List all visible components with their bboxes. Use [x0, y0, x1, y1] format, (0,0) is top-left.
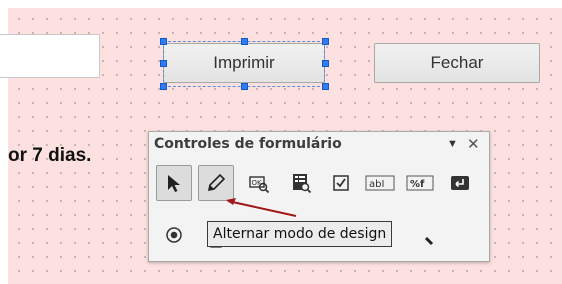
form-properties-icon[interactable]: [283, 165, 319, 201]
resize-handle[interactable]: [160, 83, 167, 90]
select-arrow-icon[interactable]: [156, 165, 192, 201]
close-icon[interactable]: ✕: [467, 135, 480, 153]
option-button-icon[interactable]: [156, 217, 192, 253]
print-button[interactable]: Imprimir: [163, 43, 325, 83]
formatted-field-icon[interactable]: %f: [402, 165, 438, 201]
text-field[interactable]: [0, 34, 100, 78]
text-box-icon[interactable]: abI: [362, 165, 398, 201]
resize-handle[interactable]: [322, 83, 329, 90]
resize-handle[interactable]: [322, 38, 329, 45]
push-button-icon[interactable]: [442, 165, 478, 201]
checkbox-icon[interactable]: [323, 165, 359, 201]
toolbar-title: Controles de formulário: [154, 136, 342, 152]
tooltip: Alternar modo de design: [207, 221, 393, 247]
resize-handle[interactable]: [160, 38, 167, 45]
text-box-glyph: abI: [369, 179, 384, 190]
close-button[interactable]: Fechar: [374, 43, 540, 83]
resize-handle[interactable]: [241, 83, 248, 90]
toolbar-button-hidden[interactable]: [405, 217, 441, 253]
triangle-down-icon[interactable]: ▼: [447, 138, 458, 150]
form-label: or 7 dias.: [8, 145, 92, 166]
control-properties-icon[interactable]: OK: [241, 165, 277, 201]
resize-handle[interactable]: [241, 38, 248, 45]
resize-handle[interactable]: [160, 60, 167, 67]
formatted-field-glyph: %f: [410, 179, 425, 190]
resize-handle[interactable]: [322, 60, 329, 67]
design-mode-pencil-icon[interactable]: [198, 165, 234, 201]
